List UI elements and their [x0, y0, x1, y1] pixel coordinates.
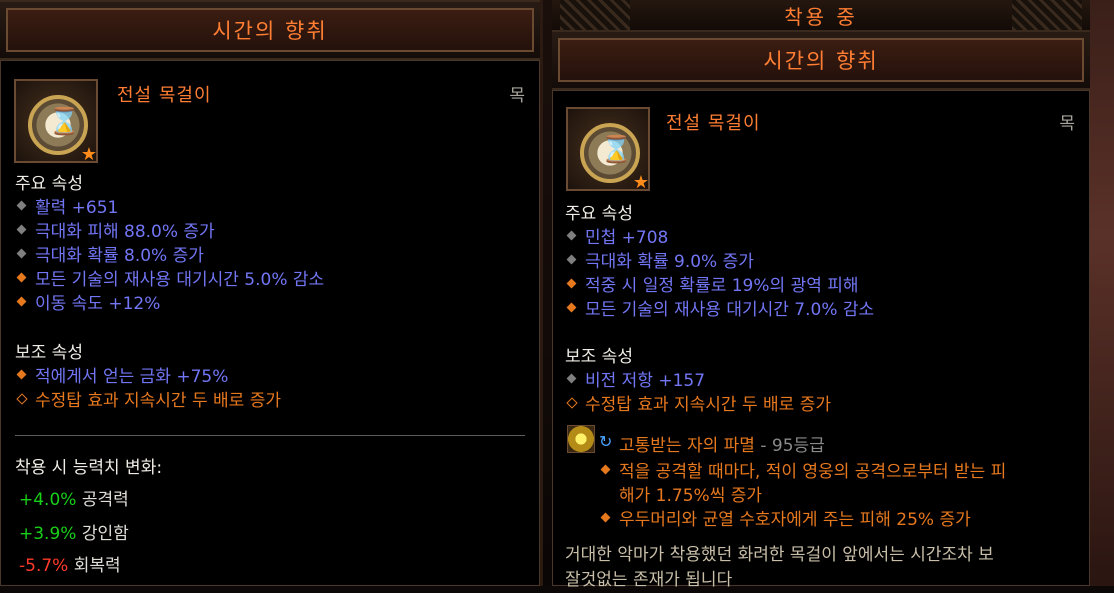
bullet-icon — [15, 272, 27, 284]
affix-line: 적에게서 얻는 금화 +75% — [15, 362, 228, 387]
star-icon: ★ — [632, 172, 649, 193]
bullet-icon — [565, 396, 578, 409]
affix-line: 이동 속도 +12% — [15, 289, 160, 314]
item-slot: 목 — [1059, 114, 1075, 134]
affix-line: 활력 +651 — [15, 193, 118, 218]
item-tooltip-equipped: 착용 중 시간의 향취 ⌛ ★ 전설 목걸이 목 주요 속성 민첩 +708 극대… — [552, 0, 1090, 590]
bullet-icon — [599, 512, 611, 524]
secondary-header: 보조 속성 — [565, 347, 633, 367]
star-icon: ★ — [80, 144, 97, 165]
bullet-icon — [15, 369, 27, 381]
item-type: 전설 목걸이 — [666, 113, 761, 134]
affix-line: 모든 기술의 재사용 대기시간 7.0% 감소 — [565, 295, 874, 320]
ornament-right — [1012, 0, 1082, 30]
bullet-icon — [15, 392, 28, 405]
affix-line: 비전 저항 +157 — [565, 366, 705, 391]
bullet-icon — [565, 230, 577, 242]
bullet-icon — [565, 254, 577, 266]
secondary-header: 보조 속성 — [15, 343, 83, 363]
ornament-left — [560, 0, 630, 30]
item-slot: 목 — [509, 86, 525, 106]
stat-change-toughness: +3.9% 강인함 — [19, 524, 129, 544]
affix-line: 극대화 확률 9.0% 증가 — [565, 247, 754, 272]
gem-effect-line-cont: 해가 1.75%씩 증가 — [619, 486, 763, 506]
affix-line: 모든 기술의 재사용 대기시간 5.0% 감소 — [15, 265, 324, 290]
gem-effect-line: 우두머리와 균열 수호자에게 주는 피해 25% 증가 — [599, 505, 971, 530]
item-tooltip-compare: 시간의 향취 ⌛ ★ 전설 목걸이 목 주요 속성 활력 +651 극대화 피해 … — [0, 0, 543, 586]
item-title: 시간의 향취 — [6, 8, 534, 52]
legendary-gem-icon — [567, 425, 595, 453]
amulet-icon: ⌛ ★ — [14, 79, 98, 165]
tooltip-body: ⌛ ★ 전설 목걸이 목 주요 속성 활력 +651 극대화 피해 88.0% 증… — [0, 60, 540, 586]
bullet-icon — [15, 224, 27, 236]
bullet-icon — [565, 278, 577, 290]
gem-name-line: 고통받는 자의 파멸 - 95등급 — [619, 436, 825, 456]
equipped-label: 착용 중 — [784, 4, 858, 29]
affix-line: 적중 시 일정 확률로 19%의 광역 피해 — [565, 271, 859, 296]
tooltip-body: ⌛ ★ 전설 목걸이 목 주요 속성 민첩 +708 극대화 확률 9.0% 증가… — [552, 90, 1090, 590]
amulet-icon: ⌛ ★ — [566, 107, 650, 193]
bullet-icon — [15, 248, 27, 260]
affix-line: 수정탑 효과 지속시간 두 배로 증가 — [15, 386, 281, 411]
stat-change-damage: +4.0% 공격력 — [19, 490, 129, 510]
affix-line: 민첩 +708 — [565, 223, 668, 248]
affix-line: 극대화 확률 8.0% 증가 — [15, 241, 204, 266]
bullet-icon — [15, 296, 27, 308]
stat-change-header: 착용 시 능력치 변화: — [15, 458, 163, 478]
affix-line: 극대화 피해 88.0% 증가 — [15, 217, 215, 242]
bullet-icon — [599, 464, 611, 476]
affix-line: 수정탑 효과 지속시간 두 배로 증가 — [565, 390, 831, 415]
item-type: 전설 목걸이 — [117, 85, 212, 106]
gem-effect-line: 적을 공격할 때마다, 적이 영웅의 공격으로부터 받는 피 — [599, 457, 1006, 482]
bullet-icon — [565, 373, 577, 385]
primary-header: 주요 속성 — [15, 174, 83, 194]
bullet-icon — [565, 302, 577, 314]
stat-change-recovery: -5.7% 회복력 — [19, 556, 121, 576]
item-title: 시간의 향취 — [558, 38, 1084, 82]
tooltip-header: 시간의 향취 — [552, 30, 1090, 90]
background-strip-right — [1090, 0, 1114, 586]
socket-icon: ↻ — [599, 432, 613, 451]
equipped-banner: 착용 중 — [552, 0, 1090, 30]
bullet-icon — [15, 200, 27, 212]
tooltip-header: 시간의 향취 — [0, 0, 540, 60]
primary-header: 주요 속성 — [565, 204, 633, 224]
divider — [15, 435, 525, 436]
